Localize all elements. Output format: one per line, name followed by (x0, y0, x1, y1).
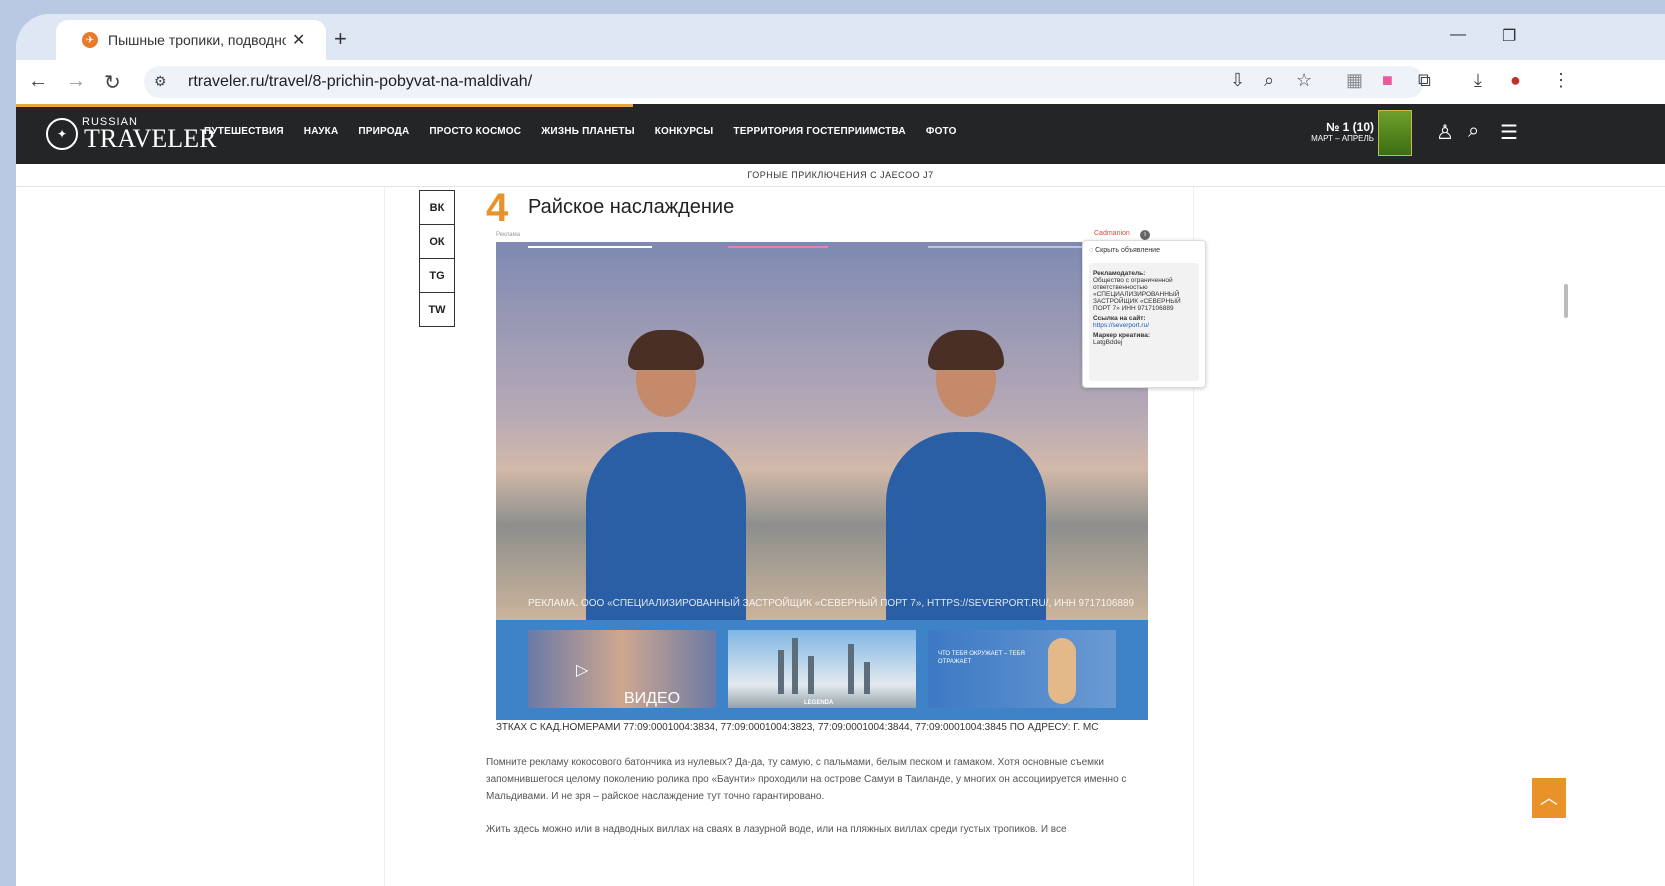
vk-share-icon[interactable]: ВК (420, 191, 454, 225)
scrollbar-thumb[interactable] (1564, 284, 1568, 318)
close-icon[interactable]: ✕ (292, 30, 305, 50)
ok-share-icon[interactable]: ОК (420, 225, 454, 259)
new-tab-button[interactable]: + (334, 26, 347, 52)
ad-model-image-mirror (866, 322, 1066, 620)
zoom-icon[interactable]: ⌕ (1264, 70, 1274, 91)
issue-months: МАРТ – АПРЕЛЬ (1311, 134, 1374, 143)
video-thumbnail[interactable]: ВИДЕО ▷ (528, 630, 716, 708)
browser-toolbar: ← → ↻ ⚙ rtraveler.ru/travel/8-prichin-po… (16, 60, 1665, 104)
legend-label: LEGENDA (804, 700, 834, 706)
section-title: Райское наслаждение (528, 196, 735, 218)
user-icon[interactable]: ♙ (1436, 120, 1454, 145)
advertiser-text: Общество с ограниченной ответственностью… (1093, 277, 1181, 312)
site-info-icon[interactable]: ⚙ (154, 73, 167, 90)
site-header: ✦ RUSSIAN TRAVELER ПУТЕШЕСТВИЯ НАУКА ПРИ… (16, 104, 1665, 164)
minimize-icon[interactable]: — (1450, 26, 1466, 44)
logo-small-text: RUSSIAN (82, 116, 138, 128)
reload-icon[interactable]: ↻ (104, 70, 121, 95)
promo-banner[interactable]: ГОРНЫЕ ПРИКЛЮЧЕНИЯ С JAECOO J7 (16, 164, 1665, 187)
nav-item-space[interactable]: ПРОСТО КОСМОС (429, 126, 521, 137)
ad-video[interactable]: РЕКЛАМА. ООО «СПЕЦИАЛИЗИРОВАННЫЙ ЗАСТРОЙ… (496, 242, 1148, 620)
nav-item-planet[interactable]: ЖИЗНЬ ПЛАНЕТЫ (541, 126, 635, 137)
favicon-icon: ✈ (82, 32, 98, 48)
extension-icon-2[interactable]: ■ (1382, 70, 1393, 91)
ad-details: Рекламодатель: Общество с ограниченной о… (1089, 263, 1199, 381)
bookmark-star-icon[interactable]: ☆ (1296, 70, 1312, 91)
article-paragraph: Помните рекламу кокосового батончика из … (486, 757, 1127, 802)
story-progress-2 (728, 246, 828, 248)
issue-number: № 1 (10) (1325, 120, 1374, 134)
nav-item-contests[interactable]: КОНКУРСЫ (655, 126, 714, 137)
tab-strip: ✈ Пышные тропики, подводное ✕ + — ❐ (16, 14, 1665, 60)
magazine-cover-image[interactable] (1378, 110, 1412, 156)
browser-window: ✈ Пышные тропики, подводное ✕ + — ❐ ← → … (16, 14, 1665, 886)
page-load-progress (16, 104, 633, 107)
story-progress-1 (528, 246, 652, 248)
browser-tab[interactable]: ✈ Пышные тропики, подводное ✕ (56, 20, 326, 60)
section-number: 4 (486, 186, 509, 230)
url-text[interactable]: rtraveler.ru/travel/8-prichin-pobyvat-na… (188, 73, 532, 91)
info-icon[interactable]: i (1140, 230, 1150, 240)
ad-label: Реклама (496, 232, 521, 238)
telegram-share-icon[interactable]: TG (420, 259, 454, 293)
reflection-thumbnail[interactable]: ЧТО ТЕБЯ ОКРУЖАЕТ – ТЕБЯ ОТРАЖАЕТ (928, 630, 1116, 708)
ad-thumbnails: ВИДЕО ▷ LEGENDA ЧТО ТЕБЯ ОКРУЖАЕТ – ТЕБЯ… (496, 620, 1148, 720)
hamburger-menu-icon[interactable]: ☰ (1500, 120, 1518, 145)
site-logo[interactable]: ✦ RUSSIAN TRAVELER (46, 114, 216, 154)
forward-icon[interactable]: → (66, 70, 86, 93)
tab-title: Пышные тропики, подводное (108, 32, 286, 48)
nav-item-science[interactable]: НАУКА (304, 126, 339, 137)
ad-info-popup: ◌ Скрыть объявление Рекламодатель: Общес… (1082, 240, 1206, 388)
nav-item-hospitality[interactable]: ТЕРРИТОРИЯ ГОСТЕПРИИМСТВА (733, 126, 905, 137)
extensions-puzzle-icon[interactable]: ⧉ (1418, 70, 1431, 91)
download-icon[interactable]: ⤓ (1474, 70, 1482, 91)
restore-icon[interactable]: ❐ (1502, 26, 1516, 46)
issue-info[interactable]: № 1 (10) МАРТ – АПРЕЛЬ (1276, 120, 1374, 143)
advertiser-site-link[interactable]: https://severport.ru/ (1093, 322, 1195, 329)
share-bar: ВК ОК TG TW (419, 190, 455, 327)
search-icon[interactable]: ⌕ (1468, 120, 1479, 143)
install-app-icon[interactable]: ⇩ (1230, 70, 1245, 91)
nav-item-travel[interactable]: ПУТЕШЕСТВИЯ (204, 126, 284, 137)
thumb3-text: ЧТО ТЕБЯ ОКРУЖАЕТ – ТЕБЯ ОТРАЖАЕТ (938, 651, 1025, 665)
ad-caption: РЕКЛАМА. ООО «СПЕЦИАЛИЗИРОВАННЫЙ ЗАСТРОЙ… (528, 598, 1135, 609)
profile-avatar-icon[interactable]: ● (1510, 70, 1521, 91)
hide-ad-link[interactable]: ◌ Скрыть объявление (1089, 247, 1160, 254)
article-paragraph-2: Жить здесь можно или в надводных виллах … (486, 824, 1067, 835)
city-thumbnail[interactable]: LEGENDA (728, 630, 916, 708)
ad-brand[interactable]: Cadmanion (1094, 230, 1130, 237)
scroll-to-top-button[interactable]: ︿ (1532, 778, 1566, 818)
twitter-share-icon[interactable]: TW (420, 293, 454, 326)
figure-image (1048, 638, 1076, 704)
extension-icon[interactable]: ▦ (1346, 70, 1363, 91)
marker-text: LatgBddej (1093, 339, 1123, 346)
compass-icon: ✦ (46, 118, 78, 150)
video-label: ВИДЕО ▷ (576, 662, 681, 707)
ad-model-image (566, 322, 766, 620)
main-nav: ПУТЕШЕСТВИЯ НАУКА ПРИРОДА ПРОСТО КОСМОС … (204, 126, 957, 137)
nav-item-photo[interactable]: ФОТО (926, 126, 957, 137)
back-icon[interactable]: ← (28, 70, 48, 93)
nav-item-nature[interactable]: ПРИРОДА (358, 126, 409, 137)
menu-dots-icon[interactable]: ⋮ (1552, 70, 1570, 91)
logo-text: TRAVELER (84, 124, 217, 153)
ad-cadastre-ticker: ЗТКАХ С КАД.НОМЕРАМИ 77:09:0001004:3834,… (496, 720, 1148, 736)
